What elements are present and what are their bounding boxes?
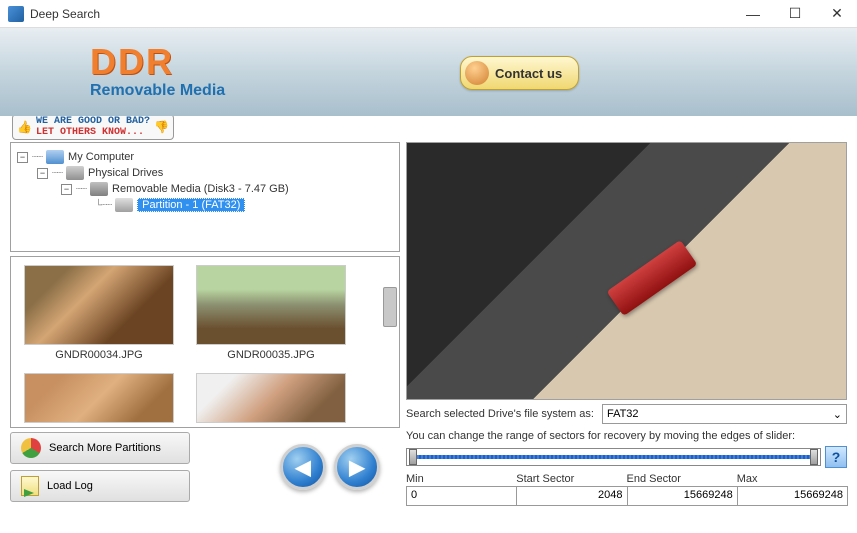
nav-next-button[interactable]: ▶ (334, 444, 380, 490)
logo-subtitle: Removable Media (90, 82, 225, 100)
feedback-bar: 👍 WE ARE GOOD OR BAD? LET OTHERS KNOW...… (0, 116, 857, 138)
contact-label: Contact us (495, 66, 562, 81)
nav-prev-button[interactable]: ◀ (280, 444, 326, 490)
slider-handle-end[interactable] (810, 449, 818, 465)
load-log-button[interactable]: Load Log (10, 470, 190, 502)
window-title: Deep Search (30, 7, 741, 21)
end-sector-label: End Sector (627, 472, 737, 486)
min-label: Min (406, 472, 516, 486)
thumbnail-image (24, 265, 174, 345)
slider-handle-start[interactable] (409, 449, 417, 465)
max-label: Max (737, 472, 847, 486)
thumbnail-item[interactable] (19, 373, 179, 423)
thumbnail-image (196, 265, 346, 345)
thumbnail-image (24, 373, 174, 423)
tree-drives[interactable]: − ┈┈ Physical Drives (17, 165, 393, 181)
contact-us-button[interactable]: Contact us (460, 56, 579, 90)
thumbnail-filename: GNDR00034.JPG (19, 349, 179, 361)
minimize-button[interactable]: — (741, 4, 765, 24)
scrollbar-thumb[interactable] (383, 287, 397, 327)
app-icon (8, 6, 24, 22)
partition-icon (115, 198, 133, 212)
thumbnail-item[interactable]: GNDR00034.JPG (19, 265, 179, 361)
tree-partition[interactable]: └┈┈ Partition - 1 (FAT32) (17, 197, 393, 213)
pie-chart-icon (21, 438, 41, 458)
thumbnail-item[interactable]: GNDR00035.JPG (191, 265, 351, 361)
drives-icon (66, 166, 84, 180)
tree-root-label: My Computer (68, 151, 134, 163)
start-sector-label: Start Sector (516, 472, 626, 486)
thumbnail-panel[interactable]: GNDR00034.JPG GNDR00035.JPG (10, 256, 400, 428)
maximize-button[interactable]: ☐ (783, 4, 807, 24)
tree-removable-label: Removable Media (Disk3 - 7.47 GB) (112, 183, 289, 195)
filesystem-select[interactable]: FAT32 ⌄ (602, 404, 847, 424)
search-more-partitions-button[interactable]: Search More Partitions (10, 432, 190, 464)
sector-range-slider[interactable] (406, 448, 821, 466)
thumbnail-image (196, 373, 346, 423)
collapse-icon[interactable]: − (17, 152, 28, 163)
thumbs-up-icon: 👍 (17, 120, 32, 134)
chevron-down-icon: ⌄ (833, 408, 842, 421)
log-file-icon (21, 476, 39, 496)
start-sector-value[interactable]: 2048 (516, 486, 627, 506)
min-value[interactable]: 0 (406, 486, 517, 506)
tree-drives-label: Physical Drives (88, 167, 163, 179)
close-button[interactable]: ✕ (825, 4, 849, 24)
max-value[interactable]: 15669248 (737, 486, 848, 506)
search-more-label: Search More Partitions (49, 442, 161, 454)
feedback-line2: LET OTHERS KNOW... (36, 127, 150, 138)
help-button[interactable]: ? (825, 446, 847, 468)
usb-illustration (607, 240, 698, 316)
feedback-line1: WE ARE GOOD OR BAD? (36, 116, 150, 127)
end-sector-value[interactable]: 15669248 (627, 486, 738, 506)
slider-fill (415, 455, 812, 459)
titlebar: Deep Search — ☐ ✕ (0, 0, 857, 28)
tree-root[interactable]: − ┈┈ My Computer (17, 149, 393, 165)
tree-removable[interactable]: − ┈┈ Removable Media (Disk3 - 7.47 GB) (17, 181, 393, 197)
collapse-icon[interactable]: − (61, 184, 72, 195)
thumbs-down-icon: 👎 (154, 120, 169, 134)
header-banner: DDR Removable Media Contact us (0, 28, 857, 116)
thumbnail-item[interactable] (191, 373, 351, 423)
feedback-button[interactable]: 👍 WE ARE GOOD OR BAD? LET OTHERS KNOW...… (12, 114, 174, 140)
filesystem-value: FAT32 (607, 408, 639, 420)
arrow-left-icon: ◀ (295, 455, 310, 480)
removable-media-icon (90, 182, 108, 196)
thumbnail-filename: GNDR00035.JPG (191, 349, 351, 361)
logo-main: DDR (90, 44, 225, 80)
load-log-label: Load Log (47, 480, 93, 492)
tree-partition-label: Partition - 1 (FAT32) (137, 198, 245, 212)
person-icon (465, 61, 489, 85)
collapse-icon[interactable]: − (37, 168, 48, 179)
filesystem-label: Search selected Drive's file system as: (406, 408, 594, 420)
computer-icon (46, 150, 64, 164)
drive-tree[interactable]: − ┈┈ My Computer − ┈┈ Physical Drives − … (10, 142, 400, 252)
arrow-right-icon: ▶ (349, 455, 364, 480)
preview-image (406, 142, 847, 400)
slider-instruction: You can change the range of sectors for … (406, 430, 847, 442)
